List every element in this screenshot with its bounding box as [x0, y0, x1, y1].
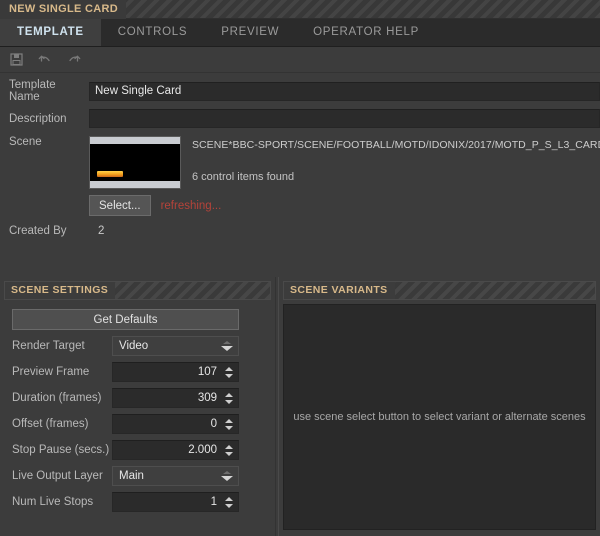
tab-controls[interactable]: CONTROLS [101, 18, 205, 46]
duration-label: Duration (frames) [12, 392, 102, 404]
redo-arrow-icon[interactable] [66, 52, 82, 68]
stepper-arrows-icon[interactable] [222, 389, 236, 407]
preview-frame-stepper[interactable]: 107 [112, 362, 239, 382]
template-form: Template Name Description Scene SCENE*BB… [0, 73, 600, 273]
live-output-layer-combo[interactable]: Main [112, 466, 239, 486]
duration-stepper[interactable]: 309 [112, 388, 239, 408]
get-defaults-button[interactable]: Get Defaults [12, 309, 239, 330]
chevron-down-icon[interactable] [219, 337, 235, 355]
bottom-split: SCENE SETTINGS Get Defaults Render Targe… [0, 277, 600, 536]
setting-row-live-output-layer: Live Output Layer Main [0, 466, 275, 486]
num-live-stops-label: Num Live Stops [12, 496, 94, 508]
render-target-label: Render Target [12, 340, 85, 352]
scene-settings-header-label: SCENE SETTINGS [5, 282, 116, 299]
stepper-arrows-icon[interactable] [222, 493, 236, 511]
live-output-layer-label: Live Output Layer [12, 470, 103, 482]
stepper-arrows-icon[interactable] [222, 441, 236, 459]
num-live-stops-value[interactable]: 1 [113, 493, 222, 511]
template-name-label: Template Name [9, 79, 56, 103]
render-target-combo[interactable]: Video [112, 336, 239, 356]
scene-settings-panel: SCENE SETTINGS Get Defaults Render Targe… [0, 277, 275, 536]
scene-info: SCENE*BBC-SPORT/SCENE/FOOTBALL/MOTD/IDON… [192, 136, 600, 183]
scene-select-row: Select... refreshing... [0, 195, 600, 216]
created-by-label: Created By [9, 225, 67, 237]
scene-row: Scene SCENE*BBC-SPORT/SCENE/FOOTBALL/MOT… [0, 134, 600, 189]
duration-value[interactable]: 309 [113, 389, 222, 407]
scene-path-text: SCENE*BBC-SPORT/SCENE/FOOTBALL/MOTD/IDON… [192, 139, 600, 151]
preview-frame-label: Preview Frame [12, 366, 90, 378]
offset-label: Offset (frames) [12, 418, 89, 430]
created-by-row: Created By 2 [0, 225, 600, 237]
stepper-arrows-icon[interactable] [222, 415, 236, 433]
scene-variants-list[interactable]: use scene select button to select varian… [283, 304, 596, 530]
description-input[interactable] [89, 109, 600, 128]
scene-variants-panel: SCENE VARIANTS use scene select button t… [279, 277, 600, 536]
scene-thumbnail[interactable] [89, 136, 181, 189]
render-target-value: Video [119, 340, 149, 352]
scene-settings-header: SCENE SETTINGS [4, 281, 271, 300]
setting-row-render-target: Render Target Video [0, 336, 275, 356]
thumbnail-graphic [97, 171, 123, 177]
undo-arrow-icon[interactable] [37, 52, 53, 68]
thumbnail-top-bar [90, 137, 180, 144]
scene-variants-header-label: SCENE VARIANTS [284, 282, 395, 299]
chevron-down-icon[interactable] [219, 467, 235, 485]
offset-stepper[interactable]: 0 [112, 414, 239, 434]
stepper-arrows-icon[interactable] [222, 363, 236, 381]
description-label: Description [9, 112, 67, 125]
scene-control-items-count: 6 control items found [192, 171, 295, 183]
setting-row-preview-frame: Preview Frame 107 [0, 362, 275, 382]
tab-template[interactable]: TEMPLATE [0, 18, 101, 46]
description-row: Description [0, 109, 600, 128]
setting-row-num-live-stops: Num Live Stops 1 [0, 492, 275, 512]
created-by-value: 2 [98, 225, 105, 237]
tab-bar: TEMPLATE CONTROLS PREVIEW OPERATOR HELP [0, 18, 600, 47]
thumbnail-bottom-bar [90, 181, 180, 188]
stop-pause-label: Stop Pause (secs.) [12, 444, 110, 456]
scene-label: Scene [9, 136, 42, 148]
window-titlebar: NEW SINGLE CARD [0, 0, 600, 19]
setting-row-stop-pause: Stop Pause (secs.) 2.000 [0, 440, 275, 460]
template-name-row: Template Name [0, 79, 600, 103]
preview-frame-value[interactable]: 107 [113, 363, 222, 381]
tab-preview[interactable]: PREVIEW [204, 18, 296, 46]
live-output-layer-value: Main [119, 470, 144, 482]
window-title: NEW SINGLE CARD [0, 0, 126, 19]
num-live-stops-stepper[interactable]: 1 [112, 492, 239, 512]
refresh-status-text: refreshing... [160, 199, 222, 212]
save-disk-icon[interactable] [8, 52, 24, 68]
stop-pause-value[interactable]: 2.000 [113, 441, 222, 459]
template-name-input[interactable] [89, 81, 600, 101]
setting-row-offset: Offset (frames) 0 [0, 414, 275, 434]
tab-operator-help[interactable]: OPERATOR HELP [296, 18, 436, 46]
setting-row-duration: Duration (frames) 309 [0, 388, 275, 408]
stop-pause-stepper[interactable]: 2.000 [112, 440, 239, 460]
offset-value[interactable]: 0 [113, 415, 222, 433]
scene-select-button[interactable]: Select... [89, 195, 151, 216]
editor-toolbar [0, 47, 600, 73]
scene-variants-header: SCENE VARIANTS [283, 281, 596, 300]
scene-variants-empty-message: use scene select button to select varian… [293, 411, 586, 423]
get-defaults-wrap: Get Defaults [0, 300, 275, 330]
